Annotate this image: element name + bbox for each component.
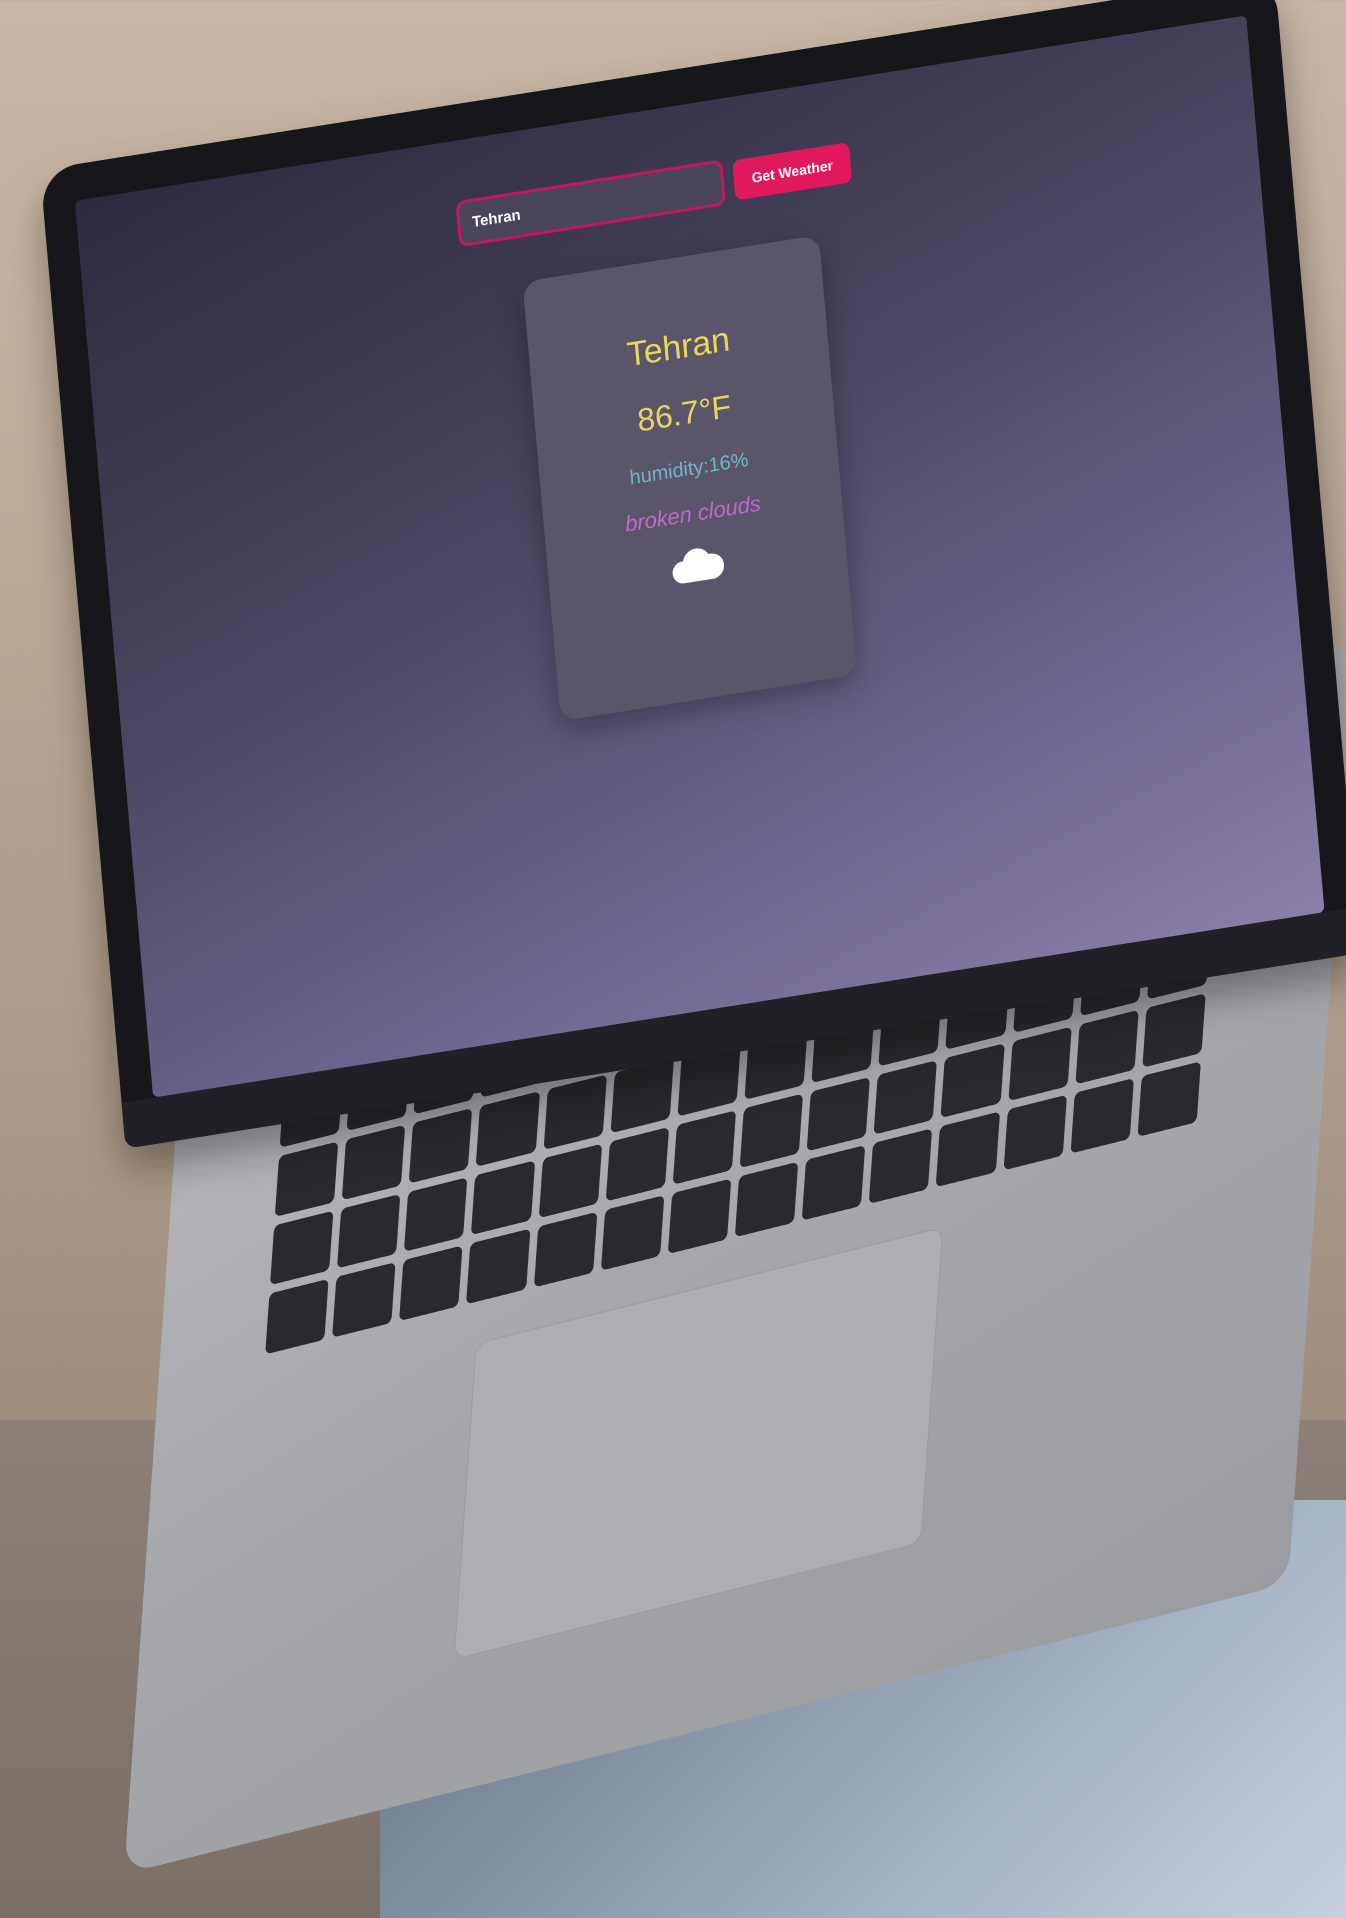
key [1003,1095,1067,1171]
key [543,1074,607,1150]
key [538,1143,602,1219]
key [1007,1026,1072,1102]
key [873,1059,938,1136]
laptop-screen: Get Weather Tehran 86.7°F humidity:16% b… [74,15,1325,1098]
weather-description: broken clouds [624,490,762,537]
key [476,1091,540,1167]
get-weather-button[interactable]: Get Weather [732,142,853,201]
key [600,1195,665,1271]
key [1075,1009,1139,1085]
key [337,1193,401,1269]
key [399,1245,463,1321]
key [265,1279,329,1355]
city-name: Tehran [625,320,732,375]
temperature: 86.7°F [635,387,733,439]
trackpad [453,1226,944,1660]
city-search-input[interactable] [455,159,727,248]
key [332,1262,396,1338]
key [734,1162,799,1238]
laptop-lid: Get Weather Tehran 86.7°F humidity:16% b… [40,0,1346,1149]
key [801,1145,866,1221]
key [270,1210,334,1286]
key [404,1176,468,1253]
key [533,1212,598,1288]
photo-scene: Get Weather Tehran 86.7°F humidity:16% b… [0,0,1346,1918]
key [672,1110,737,1186]
search-row: Get Weather [455,139,853,248]
key [1070,1078,1134,1154]
key [466,1229,531,1305]
key [739,1093,804,1169]
cloud-icon [672,548,725,584]
key [806,1076,871,1152]
key [341,1124,406,1201]
key [667,1178,732,1255]
key [1137,1061,1201,1137]
key [274,1141,339,1217]
weather-card: Tehran 86.7°F humidity:16% broken clouds [522,234,858,722]
key [868,1128,933,1204]
key [471,1160,535,1236]
key [408,1108,473,1184]
key [605,1126,669,1202]
key [936,1111,1000,1188]
key [940,1043,1005,1119]
humidity: humidity:16% [628,448,750,490]
key [1142,992,1206,1069]
